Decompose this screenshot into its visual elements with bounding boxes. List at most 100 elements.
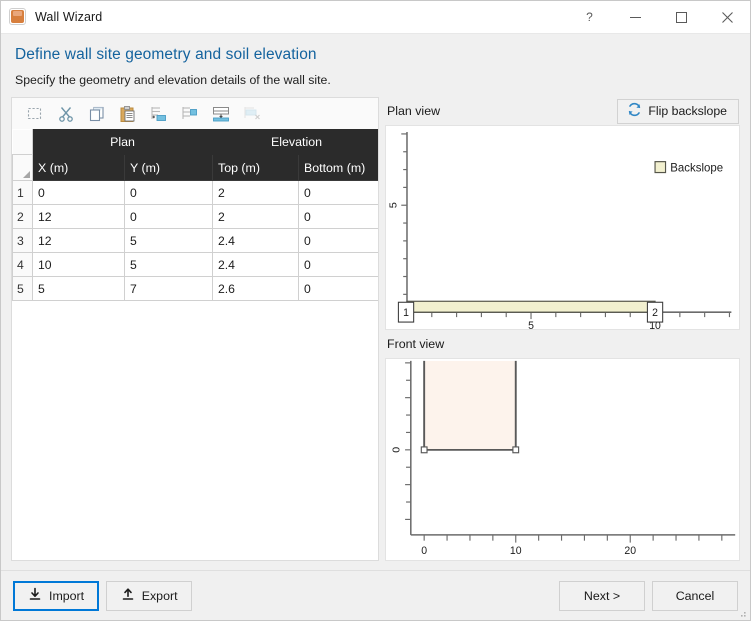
- cell-x[interactable]: 10: [32, 252, 125, 277]
- cell-top[interactable]: 2: [212, 204, 299, 229]
- cell-x[interactable]: 5: [32, 276, 125, 301]
- corner-spacer: [12, 129, 33, 155]
- cell-y[interactable]: 7: [124, 276, 213, 301]
- flip-backslope-label: Flip backslope: [648, 104, 727, 118]
- column-header-y[interactable]: Y (m): [124, 154, 213, 181]
- insert-row-below-icon[interactable]: [175, 101, 204, 126]
- group-header-elevation: Elevation: [211, 129, 378, 155]
- import-arrow-icon: [28, 587, 42, 604]
- page-header: Define wall site geometry and soil eleva…: [1, 34, 750, 87]
- legend-swatch-backslope: [654, 161, 667, 174]
- export-button[interactable]: Export: [106, 580, 193, 611]
- plan-ytick-5: 5: [388, 202, 400, 208]
- cell-bottom[interactable]: 0: [297, 276, 378, 301]
- table-row[interactable]: 3 12 5 2.4 0: [12, 228, 378, 253]
- front-xtick-0: 0: [421, 545, 427, 557]
- cell-y[interactable]: 0: [124, 180, 213, 205]
- cell-x[interactable]: 0: [32, 180, 125, 205]
- select-all-corner[interactable]: [12, 154, 33, 181]
- cut-icon[interactable]: [51, 101, 80, 126]
- table-column-header-row: X (m) Y (m) Top (m) Bottom (m): [12, 154, 378, 181]
- cell-top[interactable]: 2.4: [212, 252, 299, 277]
- front-node-marker: [512, 446, 520, 454]
- page-title: Define wall site geometry and soil eleva…: [15, 46, 317, 63]
- cell-top[interactable]: 2: [212, 180, 299, 205]
- import-button[interactable]: Import: [13, 580, 100, 611]
- flip-backslope-button[interactable]: Flip backslope: [617, 98, 739, 124]
- plan-view-chart[interactable]: 5 5 10 1 2 Backslope: [385, 125, 740, 330]
- cell-x[interactable]: 12: [32, 204, 125, 229]
- front-view-chart[interactable]: 0 0 10 20: [385, 358, 740, 561]
- export-arrow-icon: [121, 587, 135, 604]
- window-title: Wall Wizard: [35, 10, 103, 24]
- backslope-band: [406, 300, 656, 313]
- geometry-table-scroll[interactable]: Plan Elevation X (m) Y (m) Top (m) Botto…: [12, 129, 378, 560]
- cell-y[interactable]: 5: [124, 252, 213, 277]
- front-view-svg: 0 0 10 20: [390, 360, 736, 557]
- plan-node-2: 2: [646, 301, 664, 323]
- close-button[interactable]: [704, 1, 750, 33]
- import-label: Import: [49, 588, 85, 603]
- cell-top[interactable]: 2.4: [212, 228, 299, 253]
- column-header-x[interactable]: X (m): [32, 154, 125, 181]
- body-split: Plan Elevation X (m) Y (m) Top (m) Botto…: [1, 87, 750, 561]
- table-row[interactable]: 4 10 5 2.4 0: [12, 252, 378, 277]
- select-all-icon[interactable]: [20, 101, 49, 126]
- footer-bar: Import Export Next > Cancel: [1, 570, 750, 620]
- cell-x[interactable]: 12: [32, 228, 125, 253]
- front-view-title: Front view: [387, 337, 445, 351]
- help-button[interactable]: ?: [566, 1, 612, 33]
- table-body: 1 0 0 2 0 2 12 0 2 0 3 12 5 2.4 0 4 10 5…: [12, 180, 378, 301]
- copy-icon[interactable]: [82, 101, 111, 126]
- maximize-button[interactable]: [658, 1, 704, 33]
- front-ytick-0: 0: [390, 447, 402, 453]
- plan-view-header: Plan view Flip backslope: [385, 97, 740, 125]
- refresh-icon: [627, 102, 642, 120]
- geometry-table-panel: Plan Elevation X (m) Y (m) Top (m) Botto…: [11, 97, 379, 561]
- plan-legend: Backslope: [654, 161, 723, 175]
- next-button[interactable]: Next >: [559, 580, 645, 611]
- insert-row-icon[interactable]: [206, 101, 235, 126]
- legend-label-backslope: Backslope: [670, 161, 723, 174]
- plan-node-1: 1: [397, 301, 415, 323]
- front-node-marker: [420, 446, 428, 454]
- table-row[interactable]: 2 12 0 2 0: [12, 204, 378, 229]
- cell-bottom[interactable]: 0: [297, 228, 378, 253]
- table-row[interactable]: 5 5 7 2.6 0: [12, 276, 378, 301]
- table-toolbar: [12, 98, 378, 129]
- paste-icon[interactable]: [113, 101, 142, 126]
- delete-row-icon: [237, 101, 266, 126]
- row-header[interactable]: 2: [12, 204, 33, 229]
- row-header[interactable]: 3: [12, 228, 33, 253]
- plan-view-title: Plan view: [387, 104, 441, 118]
- cell-top[interactable]: 2.6: [212, 276, 299, 301]
- cell-bottom[interactable]: 0: [297, 180, 378, 205]
- front-xtick-20: 20: [624, 545, 636, 557]
- cell-bottom[interactable]: 0: [297, 252, 378, 277]
- column-header-bottom[interactable]: Bottom (m): [297, 154, 378, 181]
- cell-y[interactable]: 0: [124, 204, 213, 229]
- plan-view-svg: 5 5 10 1 2 Backslope: [388, 131, 732, 329]
- column-header-top[interactable]: Top (m): [212, 154, 299, 181]
- geometry-table: Plan Elevation X (m) Y (m) Top (m) Botto…: [12, 129, 378, 301]
- next-label: Next >: [583, 588, 621, 603]
- row-header[interactable]: 1: [12, 180, 33, 205]
- plan-xtick-5: 5: [528, 320, 534, 329]
- cube-icon: [9, 8, 26, 25]
- front-xtick-10: 10: [510, 545, 522, 557]
- cell-bottom[interactable]: 0: [297, 204, 378, 229]
- minimize-button[interactable]: [612, 1, 658, 33]
- insert-row-above-icon[interactable]: [144, 101, 173, 126]
- wall-wizard-window: Wall Wizard ? Define wall site geometry …: [0, 0, 751, 621]
- cancel-button[interactable]: Cancel: [652, 580, 738, 611]
- table-row[interactable]: 1 0 0 2 0: [12, 180, 378, 205]
- resize-grip[interactable]: [736, 606, 748, 618]
- table-group-header-row: Plan Elevation: [12, 129, 378, 155]
- row-header[interactable]: 4: [12, 252, 33, 277]
- views-panel: Plan view Flip backslope 5 5 10 1 2 Back…: [385, 97, 740, 561]
- group-header-plan: Plan: [32, 129, 213, 155]
- wall-elevation-fill: [424, 360, 516, 450]
- row-header[interactable]: 5: [12, 276, 33, 301]
- svg-text:2: 2: [652, 307, 658, 319]
- cell-y[interactable]: 5: [124, 228, 213, 253]
